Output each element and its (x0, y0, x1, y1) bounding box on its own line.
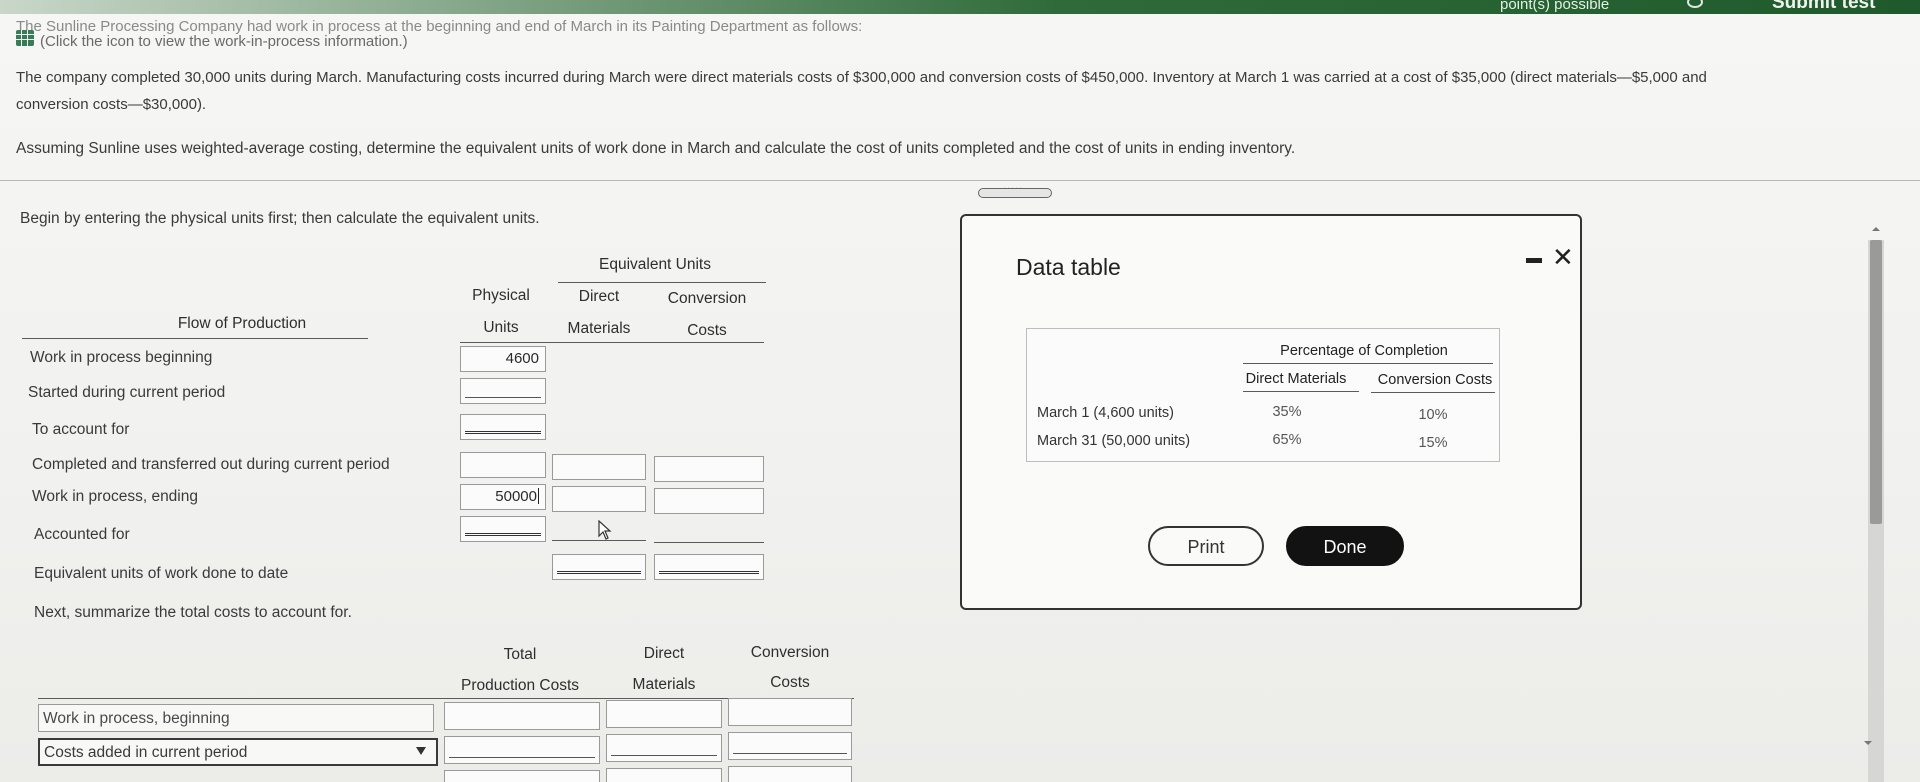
top-banner: point(s) possible Submit test (0, 0, 1920, 14)
divider (0, 180, 1920, 181)
equiv-cc-input[interactable] (654, 554, 764, 580)
costs-added-cc-input[interactable] (728, 732, 852, 760)
equivalent-units-header: Equivalent Units (598, 256, 711, 273)
minimize-icon[interactable] (1526, 258, 1542, 263)
wip-beginning-dm-input[interactable] (606, 700, 722, 728)
row-label-completed: Completed and transferred out during cur… (32, 456, 390, 473)
problem-paragraph-1-line-1: The company completed 30,000 units durin… (16, 69, 1707, 86)
row-label-to-account-for: To account for (32, 421, 130, 438)
accounted-for-physical-input[interactable] (460, 516, 546, 542)
costs-row2-select-value: Costs added in current period (44, 744, 248, 761)
wip-ending-cc-input[interactable] (654, 488, 764, 514)
row-march1-label: March 1 (4,600 units) (1037, 405, 1175, 421)
wip-beginning-cc-input[interactable] (728, 698, 852, 726)
print-button[interactable]: Print (1148, 526, 1264, 566)
col-conversion-costs: Conversion Costs (1377, 372, 1493, 388)
cc-header-1: Conversion (667, 290, 747, 307)
grid-icon[interactable] (16, 30, 34, 46)
scroll-down-icon[interactable] (1862, 738, 1874, 748)
page: point(s) possible Submit test The Sunlin… (0, 0, 1920, 782)
wip-beginning-physical-input[interactable]: 4600 (460, 346, 546, 372)
costs-dm-header-1: Direct (643, 645, 685, 662)
problem-paragraph-1: The company completed 30,000 units durin… (16, 69, 1896, 87)
page-scrollbar[interactable] (1868, 240, 1884, 782)
costs-cc-header-2: Costs (770, 674, 810, 691)
done-button[interactable]: Done (1286, 526, 1404, 566)
row-label-wip-beginning: Work in process beginning (30, 349, 213, 366)
dm-header-1: Direct (578, 288, 620, 305)
mouse-cursor-icon (598, 520, 612, 540)
step2-instruction: Next, summarize the total costs to accou… (34, 604, 352, 621)
costs-row1-label: Work in process, beginning (38, 704, 434, 732)
next-row-dm-input[interactable] (606, 768, 722, 782)
percentage-header-rule (1243, 363, 1493, 364)
completed-cc-input[interactable] (654, 456, 764, 482)
flow-of-production-header: Flow of Production (177, 315, 307, 332)
wip-ending-physical-value: 50000 (495, 488, 537, 505)
costs-cc-header-1: Conversion (750, 644, 830, 661)
started-physical-input[interactable] (460, 378, 546, 404)
completed-physical-input[interactable] (460, 452, 546, 478)
text-caret (538, 488, 539, 504)
row-march1-dm: 35% (1272, 404, 1302, 420)
row-march31-label: March 31 (50,000 units) (1037, 433, 1191, 449)
wip-beginning-total-input[interactable] (444, 702, 600, 730)
costs-added-total-input[interactable] (444, 736, 600, 764)
problem-paragraph-2: Assuming Sunline uses weighted-average c… (16, 140, 1296, 157)
cc-header-2: Costs (687, 322, 727, 339)
modal-title: Data table (1016, 254, 1121, 280)
wip-ending-dm-input[interactable] (552, 486, 646, 512)
scroll-up-icon[interactable] (1870, 224, 1882, 234)
physical-units-header-1: Physical (472, 287, 530, 304)
row-label-accounted-for: Accounted for (34, 526, 130, 543)
row-label-equivalent-units: Equivalent units of work done to date (34, 565, 289, 582)
cc-subtotal-rule (654, 542, 764, 543)
col-cc-rule (1371, 392, 1495, 393)
dm-header-2: Materials (567, 320, 631, 337)
row-march31-dm: 65% (1272, 432, 1302, 448)
page-scrollbar-thumb[interactable] (1870, 240, 1882, 524)
equiv-dm-input[interactable] (552, 554, 646, 580)
equivalent-units-rule (558, 282, 766, 283)
step1-instruction: Begin by entering the physical units fir… (20, 210, 540, 227)
costs-added-dm-input[interactable] (606, 734, 722, 762)
percentage-header: Percentage of Completion (1280, 343, 1448, 359)
next-row-cc-input[interactable] (728, 766, 852, 782)
to-account-for-physical-input[interactable] (460, 414, 546, 440)
close-icon[interactable]: ✕ (1552, 242, 1574, 273)
submit-test-button[interactable]: Submit test (1772, 0, 1875, 14)
row-march31-cc: 15% (1418, 435, 1448, 451)
row-label-wip-ending: Work in process, ending (32, 488, 198, 505)
expand-handle[interactable] (978, 180, 1052, 198)
physical-units-header-2: Units (483, 319, 519, 336)
percentage-table: Percentage of Completion Direct Material… (1026, 328, 1500, 462)
row-march1-cc: 10% (1418, 407, 1448, 423)
dropdown-arrow-icon[interactable] (416, 747, 426, 755)
click-icon-hint: (Click the icon to view the work-in-proc… (40, 33, 408, 50)
settings-icon[interactable] (1687, 0, 1703, 8)
total-costs-header-2: Production Costs (460, 677, 580, 694)
row-header-rule (22, 338, 368, 339)
problem-paragraph-1-line-2: conversion costs—$30,000). (16, 96, 207, 113)
col-dm-rule (1243, 391, 1359, 392)
completed-dm-input[interactable] (552, 454, 646, 480)
costs-row2-select[interactable]: Costs added in current period (38, 738, 438, 766)
row-label-started: Started during current period (28, 384, 226, 401)
total-costs-header-1: Total (503, 646, 537, 663)
col-direct-materials: Direct Materials (1245, 371, 1347, 387)
next-row-total-input[interactable] (444, 770, 600, 782)
data-table-modal: Data table ✕ Percentage of Completion Di… (960, 214, 1582, 610)
points-label: point(s) possible (1500, 0, 1610, 13)
costs-dm-header-2: Materials (632, 676, 696, 693)
col-header-rule (460, 342, 764, 343)
wip-ending-physical-input[interactable]: 50000 (460, 484, 546, 510)
